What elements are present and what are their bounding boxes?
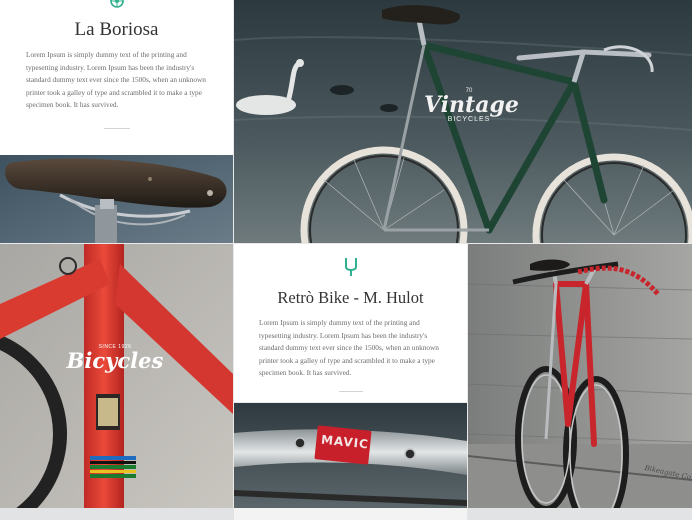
- bicycles-logo: SINCE 1926 Bicycles: [60, 344, 170, 372]
- logo-title: Vintage: [424, 92, 519, 118]
- card-title: La Boriosa: [74, 19, 159, 40]
- card-la-boriosa: La Boriosa Lorem Ipsum is simply dummy t…: [0, 0, 233, 155]
- card-title: Retrò Bike - M. Hulot: [277, 288, 424, 307]
- card-retro-bike: Retrò Bike - M. Hulot Lorem Ipsum is sim…: [234, 244, 467, 402]
- vintage-bicycles-logo: 70 Vintage BICYCLES: [424, 88, 519, 123]
- card-divider: [104, 128, 130, 129]
- card-body-text: Lorem Ipsum is simply dummy text of the …: [26, 50, 206, 110]
- photo-red-frame: SINCE 1926 Bicycles: [0, 244, 233, 508]
- photo-saddle: [0, 155, 233, 243]
- tuning-fork-icon: [343, 256, 359, 276]
- logo-script: Bicycles: [66, 348, 164, 373]
- photo-mavic-rim: MAVIC: [234, 403, 467, 508]
- card-body-text: Lorem Ipsum is simply dummy text of the …: [259, 318, 439, 378]
- card-divider: [339, 391, 363, 392]
- photo-vintage-bike-lake: 70 Vintage BICYCLES: [234, 0, 692, 243]
- wheel-icon: [109, 0, 125, 9]
- bottom-strip-highlight: [234, 508, 467, 520]
- photo-red-bike-wall: Bikeagate Co.: [468, 244, 692, 508]
